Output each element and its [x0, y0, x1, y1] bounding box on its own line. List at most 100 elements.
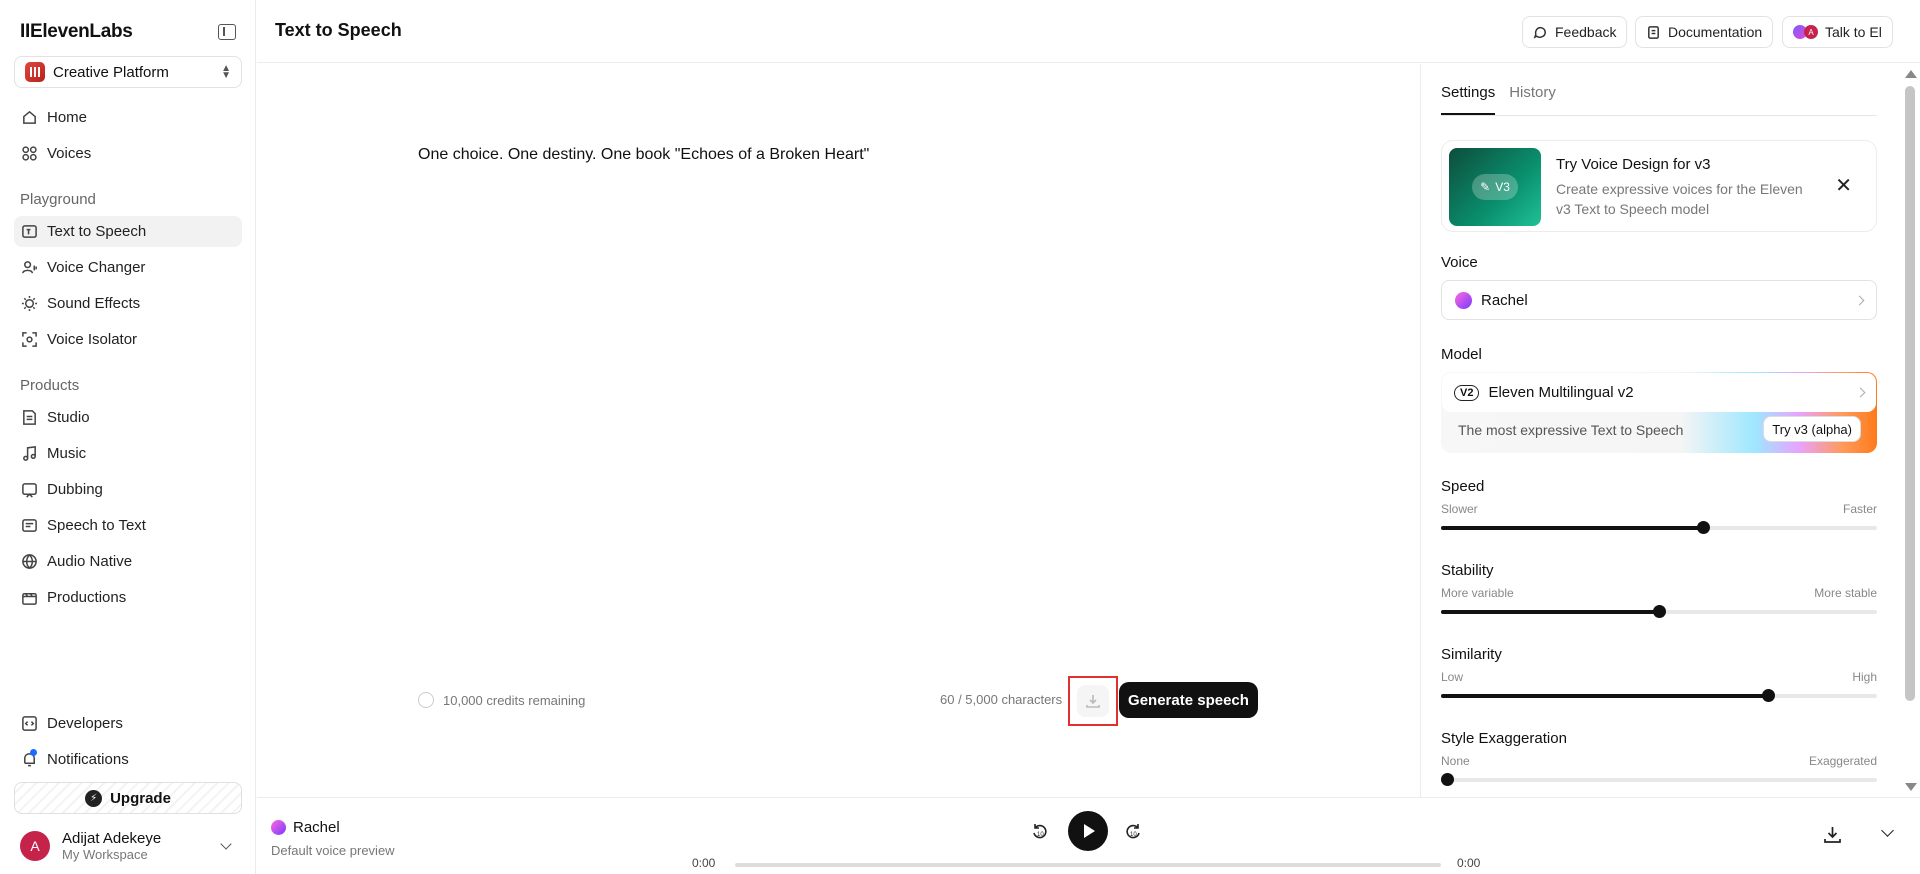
- voice-select[interactable]: Rachel: [1441, 280, 1877, 320]
- tab-history[interactable]: History: [1509, 84, 1556, 115]
- playback-progress[interactable]: [735, 863, 1441, 867]
- style-exaggeration-slider: Style Exaggeration None Exaggerated: [1441, 730, 1877, 786]
- upgrade-button[interactable]: ⚡ Upgrade: [14, 782, 242, 814]
- try-v3-button[interactable]: Try v3 (alpha): [1763, 416, 1861, 442]
- chevron-down-icon[interactable]: [1881, 824, 1894, 837]
- sidebar-item-voices[interactable]: Voices: [14, 138, 242, 169]
- generate-speech-button[interactable]: Generate speech: [1119, 682, 1258, 718]
- chevron-right-icon: [1854, 295, 1865, 305]
- credits-circle-icon: [418, 692, 434, 708]
- scroll-up-arrow-icon[interactable]: [1905, 70, 1917, 78]
- model-select[interactable]: V2 Eleven Multilingual v2: [1442, 373, 1876, 412]
- slider-knob[interactable]: [1653, 605, 1666, 618]
- sidebar-collapse-icon[interactable]: [218, 24, 236, 40]
- sidebar-item-productions[interactable]: Productions: [14, 582, 242, 613]
- upgrade-label: Upgrade: [110, 789, 171, 807]
- stability-slider: Stability More variable More stable: [1441, 562, 1877, 618]
- rewind-10-icon[interactable]: 10: [1030, 822, 1050, 842]
- document-icon: [1648, 25, 1659, 39]
- slider-min-label: Low: [1441, 670, 1464, 684]
- elevenlabs-logo[interactable]: IIElevenLabs: [20, 21, 133, 43]
- section-label-products: Products: [20, 377, 80, 394]
- sidebar-item-label: Home: [47, 109, 88, 126]
- credits-label: 10,000 credits remaining: [443, 692, 586, 708]
- download-icon[interactable]: [1823, 825, 1842, 848]
- logo-row: IIElevenLabs: [20, 20, 236, 44]
- sidebar-item-label: Speech to Text: [47, 517, 146, 534]
- scroll-thumb[interactable]: [1905, 86, 1915, 701]
- bolt-icon: ⚡: [85, 789, 103, 807]
- slider-track[interactable]: [1441, 605, 1877, 618]
- svg-text:10: 10: [1130, 832, 1137, 838]
- voice-design-promo[interactable]: V3 Try Voice Design for v3 Create expres…: [1441, 140, 1877, 232]
- sidebar-item-label: Productions: [47, 589, 127, 606]
- download-icon: [1086, 695, 1100, 708]
- sidebar-item-music[interactable]: Music: [14, 438, 242, 469]
- chevron-up-down-icon: ▲ ▼: [221, 63, 231, 81]
- model-name: Eleven Multilingual v2: [1488, 384, 1634, 401]
- sidebar-item-voice-changer[interactable]: Voice Changer: [14, 252, 242, 283]
- text-to-speech-icon: [20, 223, 38, 241]
- sidebar-item-notifications[interactable]: Notifications: [14, 744, 242, 775]
- notification-dot: [30, 749, 37, 756]
- feedback-label: Feedback: [1555, 24, 1617, 40]
- sidebar-item-studio[interactable]: Studio: [14, 402, 242, 433]
- section-label-playground: Playground: [20, 191, 96, 208]
- speech-to-text-icon: [20, 517, 38, 535]
- slider-max-label: Faster: [1842, 502, 1877, 516]
- download-button[interactable]: [1068, 676, 1118, 726]
- sidebar-item-label: Studio: [47, 409, 90, 426]
- voice-isolator-icon: [20, 331, 38, 349]
- sound-effects-icon: [20, 295, 38, 313]
- promo-description: Create expressive voices for the Eleven …: [1556, 181, 1803, 217]
- slider-max-label: Exaggerated: [1808, 754, 1877, 768]
- sidebar-item-dubbing[interactable]: Dubbing: [14, 474, 242, 505]
- slider-knob[interactable]: [1441, 773, 1454, 786]
- slider-fill: [1441, 526, 1703, 530]
- sidebar-item-developers[interactable]: Developers: [14, 708, 242, 739]
- talk-to-el-button[interactable]: A Talk to El: [1782, 16, 1893, 48]
- sidebar-item-label: Developers: [47, 715, 123, 732]
- settings-scrollbar[interactable]: [1901, 64, 1920, 797]
- studio-icon: [20, 409, 38, 427]
- sidebar-item-text-to-speech[interactable]: Text to Speech: [14, 216, 242, 247]
- character-count: 60 / 5,000 characters: [940, 692, 1063, 707]
- slider-track[interactable]: [1441, 689, 1877, 702]
- slider-max-label: High: [1852, 670, 1877, 684]
- slider-track[interactable]: [1441, 521, 1877, 534]
- avatar: A: [20, 831, 50, 861]
- model-label: Model: [1441, 346, 1482, 363]
- sidebar-item-voice-isolator[interactable]: Voice Isolator: [14, 324, 242, 355]
- model-card: V2 Eleven Multilingual v2 The most expre…: [1441, 372, 1877, 453]
- sidebar-item-speech-to-text[interactable]: Speech to Text: [14, 510, 242, 541]
- close-icon[interactable]: ✕: [1835, 173, 1852, 198]
- current-time: 0:00: [692, 856, 716, 870]
- slider-track[interactable]: [1441, 773, 1877, 786]
- sidebar: IIElevenLabs Creative Platform ▲ ▼ Home V…: [0, 0, 256, 874]
- slider-knob[interactable]: [1762, 689, 1775, 702]
- feedback-button[interactable]: Feedback: [1522, 16, 1628, 48]
- platform-select[interactable]: Creative Platform ▲ ▼: [14, 56, 242, 88]
- forward-10-icon[interactable]: 10: [1123, 822, 1143, 842]
- tab-settings[interactable]: Settings: [1441, 84, 1496, 115]
- play-button[interactable]: [1068, 811, 1108, 851]
- text-editor[interactable]: One choice. One destiny. One book "Echoe…: [418, 146, 869, 164]
- scroll-down-arrow-icon[interactable]: [1905, 783, 1917, 791]
- slider-knob[interactable]: [1696, 521, 1710, 534]
- voice-changer-icon: [20, 259, 38, 277]
- v2-badge: V2: [1454, 384, 1480, 401]
- slider-min-label: None: [1441, 754, 1470, 768]
- v3-badge: V3: [1472, 174, 1518, 200]
- slider-title: Speed: [1441, 478, 1485, 495]
- sidebar-item-sound-effects[interactable]: Sound Effects: [14, 288, 242, 319]
- slider-fill: [1441, 694, 1768, 698]
- slider-title: Stability: [1441, 562, 1494, 579]
- user-name: Adijat Adekeye: [62, 830, 162, 847]
- sidebar-item-audio-native[interactable]: Audio Native: [14, 546, 242, 577]
- sidebar-item-home[interactable]: Home: [14, 102, 242, 133]
- audio-native-icon: [20, 553, 38, 571]
- user-menu[interactable]: A Adijat Adekeye My Workspace: [20, 828, 236, 864]
- avatar: A: [1804, 25, 1818, 39]
- music-icon: [20, 445, 38, 463]
- documentation-button[interactable]: Documentation: [1635, 16, 1774, 48]
